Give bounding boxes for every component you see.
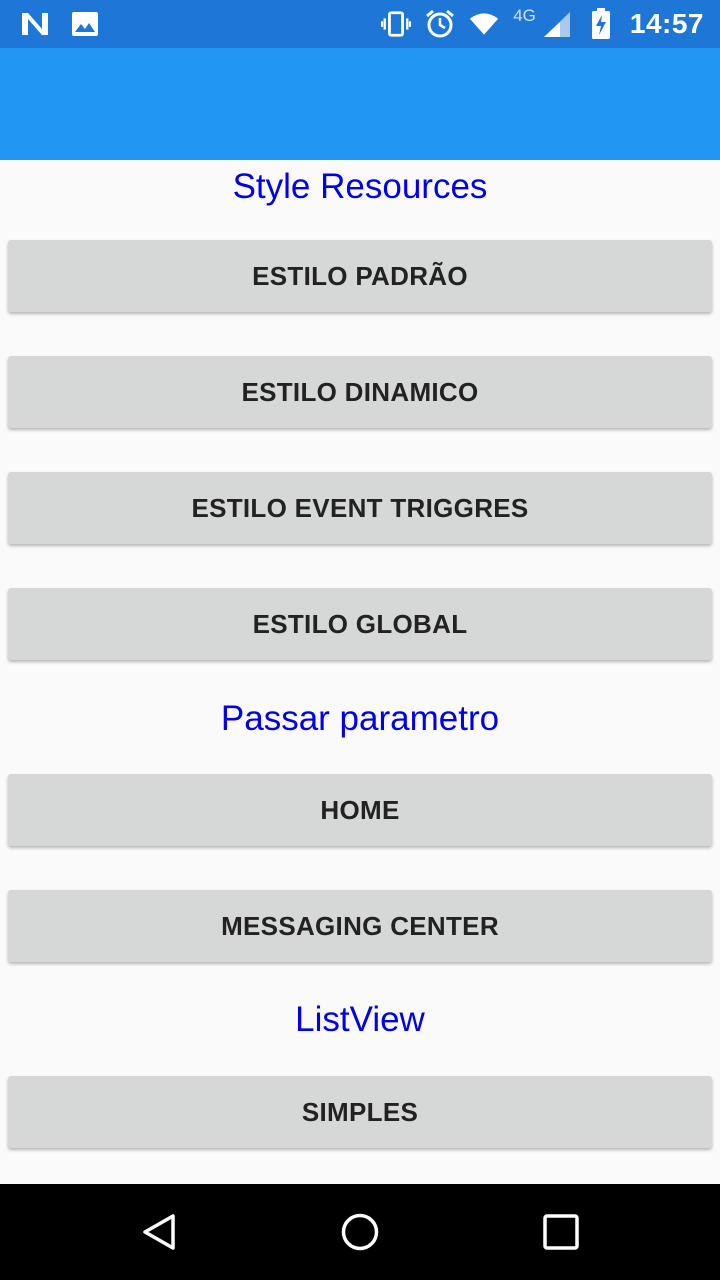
estilo-padrao-button[interactable]: ESTILO PADRÃO	[8, 240, 712, 312]
alarm-icon	[425, 9, 455, 39]
home-button[interactable]: HOME	[8, 774, 712, 846]
simples-button[interactable]: SIMPLES	[8, 1076, 712, 1148]
wifi-icon	[469, 9, 499, 39]
network-type: 4G	[513, 6, 536, 25]
vibrate-icon	[381, 9, 412, 39]
estilo-event-triggers-button[interactable]: ESTILO EVENT TRIGGRES	[8, 472, 712, 544]
navigation-bar	[0, 1184, 720, 1280]
recents-icon[interactable]	[541, 1212, 581, 1252]
n-icon	[20, 9, 50, 39]
status-bar: 4G 14:57	[0, 0, 720, 48]
estilo-global-button[interactable]: ESTILO GLOBAL	[8, 588, 712, 660]
section-title-listview: ListView	[295, 1000, 425, 1039]
section-title-passar-parametro: Passar parametro	[220, 699, 500, 738]
estilo-dinamico-button[interactable]: ESTILO DINAMICO	[8, 356, 712, 428]
main-content: Style Resources ESTILO PADRÃO ESTILO DIN…	[0, 160, 720, 1184]
image-icon	[70, 9, 100, 39]
app-bar	[0, 48, 720, 160]
back-icon[interactable]	[140, 1212, 180, 1252]
home-icon[interactable]	[340, 1212, 380, 1252]
section-title-style-resources: Style Resources	[232, 167, 488, 206]
clock: 14:57	[629, 8, 704, 39]
battery-charging-icon	[586, 8, 616, 39]
signal-icon	[542, 9, 572, 39]
messaging-center-button[interactable]: MESSAGING CENTER	[8, 890, 712, 962]
